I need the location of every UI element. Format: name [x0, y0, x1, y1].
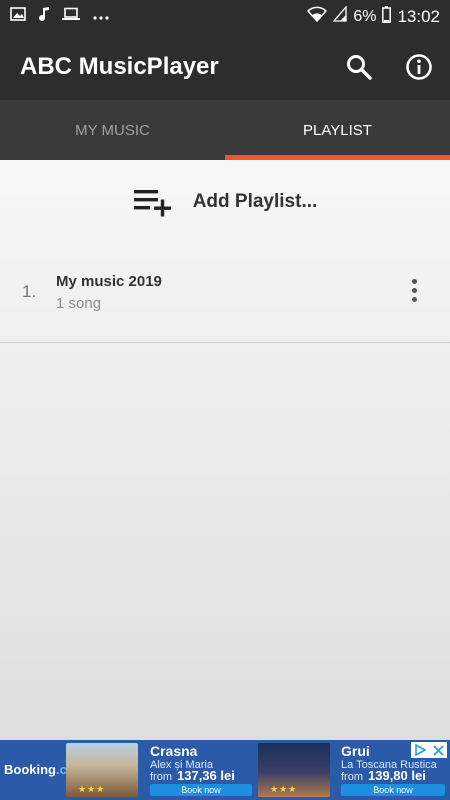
playlist-row[interactable]: 1. My music 2019 1 song — [0, 255, 450, 343]
playlist-add-icon — [133, 190, 171, 217]
book-now-button[interactable]: Book now — [150, 784, 252, 796]
tab-playlist[interactable]: PLAYLIST — [225, 100, 450, 160]
more-options-icon[interactable] — [400, 275, 428, 305]
ad-choices-icon[interactable] — [411, 742, 447, 758]
hotel-price: 139,80 lei — [368, 768, 426, 783]
image-icon — [10, 7, 26, 26]
status-system-indicators: 6% 13:02 — [307, 5, 440, 28]
hotel-name: Crasna — [150, 743, 198, 759]
tab-bar: MY MUSIC PLAYLIST — [0, 100, 450, 160]
status-time: 13:02 — [397, 6, 440, 26]
add-playlist-button[interactable]: Add Playlist... — [0, 180, 450, 224]
ad-banner[interactable]: Booking.com ★★★ Crasna Alex și Maria fro… — [0, 740, 450, 800]
battery-percent: 6% — [353, 7, 377, 25]
ad-info-icon — [415, 744, 427, 756]
rating-stars: ★★★ — [270, 784, 298, 794]
app-title: ABC MusicPlayer — [20, 52, 219, 80]
hotel-name: Grui — [341, 743, 370, 759]
playlist-index: 1. — [22, 282, 37, 301]
search-icon — [347, 54, 372, 80]
price-from-label: from — [341, 771, 363, 783]
info-button[interactable] — [404, 52, 434, 82]
playlist-title: My music 2019 — [56, 273, 162, 290]
playlist-song-count: 1 song — [56, 295, 102, 312]
music-note-icon — [38, 6, 50, 27]
wifi-icon — [307, 6, 328, 27]
signal-icon — [332, 5, 347, 27]
app-bar: ABC MusicPlayer — [0, 33, 450, 100]
hotel-price: 137,36 lei — [177, 768, 235, 783]
hotel-photo: ★★★ — [258, 743, 330, 797]
search-button[interactable] — [344, 52, 374, 82]
price-from-label: from — [150, 771, 172, 783]
more-dots-icon — [92, 8, 110, 26]
add-playlist-label: Add Playlist... — [192, 191, 318, 212]
info-icon — [406, 53, 432, 80]
app-bar-actions — [344, 52, 450, 82]
tab-my-music[interactable]: MY MUSIC — [0, 100, 225, 160]
close-icon — [433, 744, 444, 756]
rating-stars: ★★★ — [78, 784, 106, 794]
book-now-button[interactable]: Book now — [341, 784, 445, 796]
status-bar: 6% 13:02 — [0, 0, 450, 33]
laptop-icon — [62, 7, 80, 26]
hotel-photo: ★★★ — [66, 743, 138, 797]
status-notification-icons — [10, 6, 110, 27]
battery-icon — [382, 5, 392, 28]
playlist-page: Add Playlist... 1. My music 2019 1 song — [0, 160, 450, 740]
